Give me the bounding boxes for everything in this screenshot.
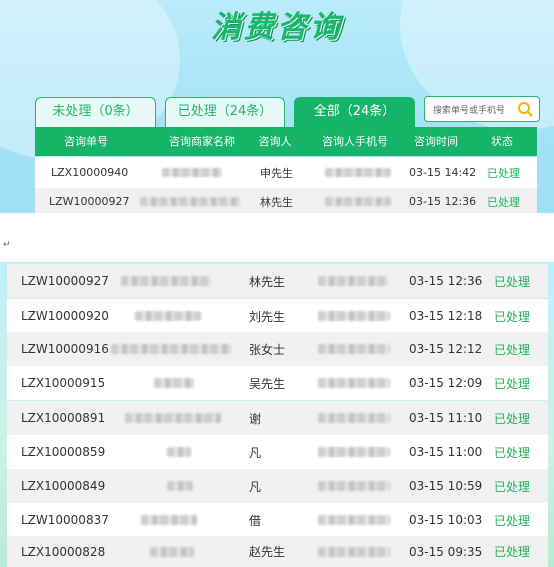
table-row[interactable]: LZW10000920 刘先生 03-15 12:18 已处理 bbox=[7, 299, 548, 333]
order-id: LZW10000920 bbox=[21, 309, 109, 323]
consult-time: 03-15 11:10 bbox=[409, 411, 483, 425]
consult-time: 03-15 12:36 bbox=[409, 195, 477, 208]
person-name: 刘先生 bbox=[249, 309, 286, 324]
merchant-name bbox=[141, 503, 197, 537]
search-box[interactable]: 搜索单号或手机号 bbox=[424, 96, 540, 122]
person-name: 借 bbox=[249, 513, 262, 528]
merchant-name bbox=[162, 157, 222, 188]
tab-all[interactable]: 全部（24条） bbox=[294, 97, 415, 127]
phone-number bbox=[318, 536, 390, 567]
phone-number bbox=[318, 299, 390, 333]
order-id: LZW10000927 bbox=[21, 274, 109, 288]
column-header-phone: 咨询人手机号 bbox=[322, 135, 388, 148]
phone-number bbox=[318, 332, 390, 366]
consult-time: 03-15 11:00 bbox=[409, 445, 483, 459]
table-row[interactable]: LZX10000859 凡 03-15 11:00 已处理 bbox=[7, 435, 548, 469]
merchant-name bbox=[167, 469, 193, 503]
status-badge: 已处理 bbox=[494, 545, 531, 559]
person-name: 凡 bbox=[249, 445, 262, 460]
table-row[interactable]: LZW10000916 张女士 03-15 12:12 已处理 bbox=[7, 332, 548, 366]
status-badge: 已处理 bbox=[494, 274, 531, 289]
phone-number bbox=[325, 157, 391, 188]
status-badge: 已处理 bbox=[494, 309, 531, 324]
table-row[interactable]: LZX10000940 申先生 03-15 14:42 已处理 bbox=[35, 157, 537, 188]
status-badge: 已处理 bbox=[487, 195, 520, 209]
table-row[interactable]: LZX10000849 凡 03-15 10:59 已处理 bbox=[7, 469, 548, 503]
status-badge: 已处理 bbox=[494, 342, 531, 357]
table-row[interactable]: LZW10000837 借 03-15 10:03 已处理 bbox=[7, 503, 548, 537]
table-row[interactable]: LZX10000915 吴先生 03-15 12:09 已处理 bbox=[7, 366, 548, 400]
status-badge: 已处理 bbox=[487, 166, 520, 180]
search-placeholder: 搜索单号或手机号 bbox=[433, 106, 506, 116]
merchant-name bbox=[140, 188, 240, 213]
order-id: LZW10000927 bbox=[49, 195, 130, 208]
top-panel: 消费咨询 未处理（0条） 已处理（24条） 全部（24条） 搜索单号或手机号 咨… bbox=[0, 0, 554, 213]
consult-time: 03-15 10:03 bbox=[409, 513, 483, 527]
column-header-time: 咨询时间 bbox=[414, 135, 458, 148]
person-name: 凡 bbox=[249, 479, 262, 494]
status-badge: 已处理 bbox=[494, 513, 531, 528]
order-id: LZX10000849 bbox=[21, 479, 106, 493]
column-header-order-id: 咨询单号 bbox=[64, 135, 108, 148]
order-id: LZW10000916 bbox=[21, 342, 109, 356]
table-row[interactable]: LZX10000891 谢 03-15 11:10 已处理 bbox=[7, 401, 548, 435]
phone-number bbox=[318, 366, 390, 400]
merchant-name bbox=[154, 366, 194, 400]
tab-processed[interactable]: 已处理（24条） bbox=[165, 97, 285, 127]
column-header-person: 咨询人 bbox=[258, 135, 292, 148]
phone-number bbox=[318, 503, 390, 537]
consult-time: 03-15 09:35 bbox=[409, 544, 483, 559]
status-badge: 已处理 bbox=[494, 411, 531, 426]
status-badge: 已处理 bbox=[494, 479, 531, 494]
consult-time: 03-15 12:12 bbox=[409, 342, 483, 356]
consult-time: 03-15 12:18 bbox=[409, 309, 483, 323]
order-id: LZX10000828 bbox=[21, 544, 106, 559]
table-row[interactable]: LZW10000927 林先生 03-15 12:36 已处理 bbox=[7, 264, 548, 298]
consult-time: 03-15 12:09 bbox=[409, 376, 483, 390]
person-name: 张女士 bbox=[249, 342, 286, 357]
status-badge: 已处理 bbox=[494, 445, 531, 460]
table-row[interactable]: LZW10000927 林先生 03-15 12:36 已处理 bbox=[35, 188, 537, 213]
phone-number bbox=[318, 401, 390, 435]
person-name: 吴先生 bbox=[249, 376, 286, 391]
consult-time: 03-15 12:36 bbox=[409, 274, 483, 288]
merchant-name bbox=[135, 299, 201, 333]
order-id: LZW10000837 bbox=[21, 513, 109, 527]
column-header-merchant: 咨询商家名称 bbox=[169, 135, 235, 148]
person-name: 申先生 bbox=[260, 166, 293, 180]
merchant-name bbox=[121, 264, 211, 298]
merchant-name bbox=[150, 536, 194, 567]
consult-time: 03-15 14:42 bbox=[409, 166, 477, 179]
search-icon[interactable] bbox=[517, 101, 533, 117]
order-id: LZX10000915 bbox=[21, 376, 106, 390]
consult-time: 03-15 10:59 bbox=[409, 479, 483, 493]
table-header: 咨询单号 咨询商家名称 咨询人 咨询人手机号 咨询时间 状态 bbox=[35, 127, 537, 156]
order-id: LZX10000891 bbox=[21, 411, 106, 425]
return-marker: ↵ bbox=[3, 240, 11, 250]
merchant-name bbox=[167, 435, 191, 469]
tab-pending[interactable]: 未处理（0条） bbox=[35, 97, 156, 127]
phone-number bbox=[318, 264, 388, 298]
table-row[interactable]: LZX10000828 赵先生 03-15 09:35 已处理 bbox=[7, 536, 548, 567]
phone-number bbox=[325, 188, 391, 213]
person-name: 林先生 bbox=[249, 274, 286, 289]
status-badge: 已处理 bbox=[494, 376, 531, 391]
phone-number bbox=[318, 435, 390, 469]
page-title: 消费咨询 bbox=[211, 10, 343, 45]
person-name: 谢 bbox=[249, 411, 262, 426]
order-id: LZX10000859 bbox=[21, 445, 106, 459]
phone-number bbox=[318, 469, 390, 503]
person-name: 赵先生 bbox=[249, 545, 286, 559]
column-header-status: 状态 bbox=[491, 135, 513, 148]
merchant-name bbox=[111, 332, 231, 366]
person-name: 林先生 bbox=[260, 195, 293, 209]
order-id: LZX10000940 bbox=[51, 166, 129, 179]
merchant-name bbox=[125, 401, 221, 435]
